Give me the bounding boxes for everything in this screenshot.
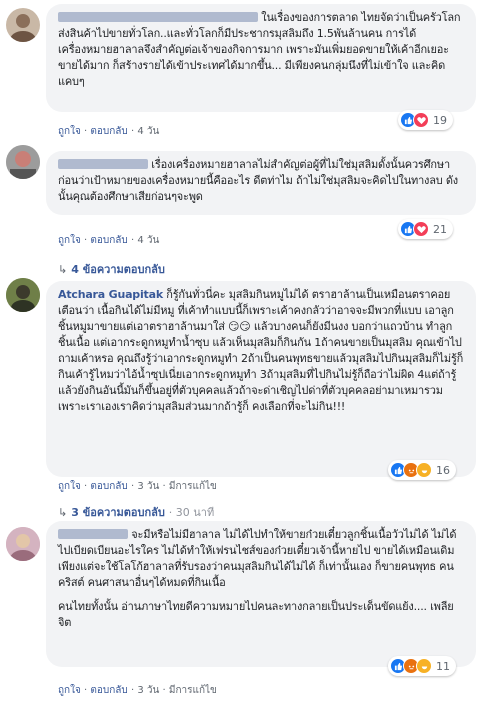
reaction-number: 19 [433, 113, 447, 127]
reaction-count[interactable]: 16 [388, 460, 456, 480]
comment-time[interactable]: 4 วัน [137, 235, 159, 246]
reaction-count[interactable]: 19 [398, 110, 453, 130]
redacted-name [58, 159, 148, 169]
comment-bubble: จะมีหรือไม่มีฮาลาล ไม่ได้ไปทำให้ขายก๋วยเ… [46, 521, 476, 667]
avatar[interactable] [6, 8, 40, 42]
like-link[interactable]: ถูกใจ [58, 126, 81, 137]
comment-text: ในเรื่องของการตลาด ไทยจัดว่าเป็นครัวโลก … [58, 11, 461, 88]
avatar-photo [6, 278, 40, 312]
reply-link[interactable]: ตอบกลับ [90, 235, 127, 246]
comment-actions: ถูกใจ · ตอบกลับ · 3 วัน · มีการแก้ไข [58, 481, 217, 492]
reaction-count[interactable]: 11 [388, 656, 456, 676]
comment-actions: ถูกใจ · ตอบกลับ · 4 วัน [58, 235, 160, 246]
avatar[interactable] [6, 145, 40, 179]
like-link[interactable]: ถูกใจ [58, 235, 81, 246]
comment-3: Atchara Guapitak ก็รู้กันทั่วนี่คะ มุสลิ… [0, 275, 495, 519]
like-link[interactable]: ถูกใจ [58, 685, 81, 696]
comment-bubble: ในเรื่องของการตลาด ไทยจัดว่าเป็นครัวโลก … [46, 4, 476, 112]
haha-reaction-icon [416, 462, 432, 478]
comment-actions: ถูกใจ · ตอบกลับ · 4 วัน [58, 126, 160, 137]
avatar-photo [6, 527, 40, 561]
comment-bubble: Atchara Guapitak ก็รู้กันทั่วนี่คะ มุสลิ… [46, 281, 476, 477]
comment-time[interactable]: 3 วัน [137, 685, 159, 696]
comment-time[interactable]: 4 วัน [137, 126, 159, 137]
commenter-name[interactable]: Atchara Guapitak [58, 288, 163, 301]
avatar-photo [10, 14, 36, 42]
redacted-name [58, 529, 128, 539]
comment-actions: ถูกใจ · ตอบกลับ · 3 วัน · มีการแก้ไข [58, 685, 217, 696]
reply-link[interactable]: ตอบกลับ [90, 685, 127, 696]
edited-label[interactable]: มีการแก้ไข [169, 685, 217, 696]
redacted-name [58, 12, 258, 22]
reply-link[interactable]: ตอบกลับ [90, 481, 127, 492]
comment-time[interactable]: 3 วัน [137, 481, 159, 492]
comment-bubble: เรื่องเครื่องหมายฮาลาลไม่สำคัญต่อผู้ที่ไ… [46, 151, 476, 215]
edited-label[interactable]: มีการแก้ไข [169, 481, 217, 492]
comment-4: จะมีหรือไม่มีฮาลาล ไม่ได้ไปทำให้ขายก๋วยเ… [0, 515, 495, 709]
comment-1: ในเรื่องของการตลาด ไทยจัดว่าเป็นครัวโลก … [0, 0, 495, 145]
reaction-number: 11 [436, 659, 450, 673]
haha-reaction-icon [416, 658, 432, 674]
reaction-number: 21 [433, 222, 447, 236]
love-reaction-icon [413, 112, 429, 128]
like-link[interactable]: ถูกใจ [58, 481, 81, 492]
comment-text-2: คนไทยทั้งนั้น อ่านภาษาไทยดีความหมายไปคนล… [58, 600, 454, 629]
reply-link[interactable]: ตอบกลับ [90, 126, 127, 137]
avatar[interactable] [6, 278, 40, 312]
love-reaction-icon [413, 221, 429, 237]
avatar-photo [6, 145, 40, 179]
comment-2: เรื่องเครื่องหมายฮาลาลไม่สำคัญต่อผู้ที่ไ… [0, 145, 495, 276]
avatar[interactable] [6, 527, 40, 561]
reaction-count[interactable]: 21 [398, 219, 453, 239]
reaction-number: 16 [436, 463, 450, 477]
comment-text: ก็รู้กันทั่วนี่คะ มุสลิมกินหมูไม่ได้ ตรา… [58, 288, 464, 413]
